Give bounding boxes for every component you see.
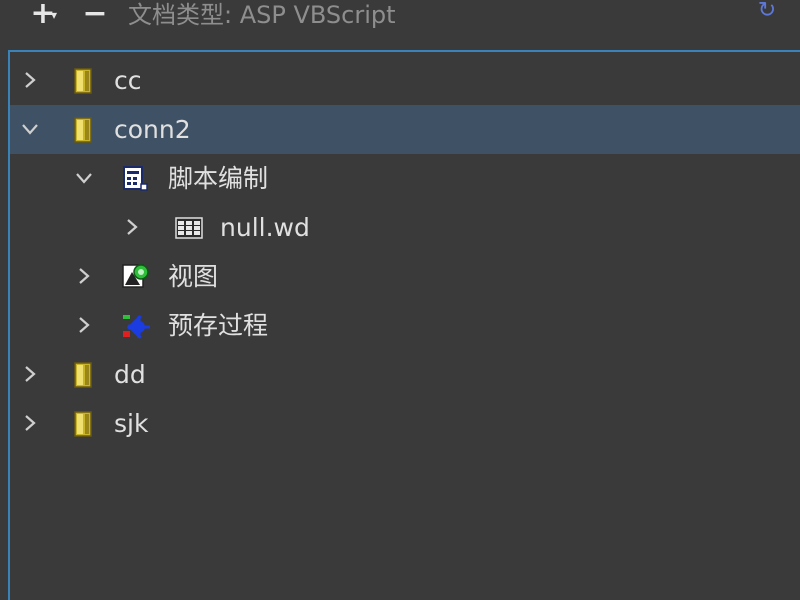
tree-item-label: null.wd — [220, 213, 310, 242]
chevron-down-icon[interactable] — [18, 117, 42, 141]
tree-item-cc[interactable]: cc — [10, 56, 800, 105]
database-icon — [68, 409, 98, 439]
tree-item-conn2[interactable]: conn2 — [10, 105, 800, 154]
tree-item-null-wd[interactable]: null.wd — [10, 203, 800, 252]
tree-item-label: dd — [114, 360, 146, 389]
stored-procedure-icon — [120, 311, 150, 341]
add-button[interactable]: + ▾ — [28, 0, 58, 29]
tree-item-label: 脚本编制 — [168, 164, 269, 193]
refresh-icon[interactable]: ↻ — [752, 0, 782, 24]
tree-item-label: 视图 — [168, 262, 219, 291]
database-tree[interactable]: cc conn2 脚本编制 null.wd 视图 预存过程 dd sjk — [8, 50, 800, 600]
script-icon — [120, 164, 150, 194]
remove-button[interactable]: − — [80, 0, 110, 31]
tree-item-label: sjk — [114, 409, 149, 438]
database-icon — [68, 66, 98, 96]
chevron-right-icon[interactable] — [18, 411, 42, 435]
tree-item-sjk[interactable]: sjk — [10, 399, 800, 448]
tree-item-scripting[interactable]: 脚本编制 — [10, 154, 800, 203]
tree-item-label: 预存过程 — [168, 311, 269, 340]
database-icon — [68, 115, 98, 145]
tree-item-stored-procedures[interactable]: 预存过程 — [10, 301, 800, 350]
view-icon — [120, 262, 150, 292]
dropdown-arrow-icon: ▾ — [51, 8, 58, 22]
tree-item-label: conn2 — [114, 115, 191, 144]
database-icon — [68, 360, 98, 390]
minus-icon: − — [82, 0, 108, 31]
table-icon — [174, 213, 204, 243]
document-type-label: 文档类型: ASP VBScript — [128, 1, 396, 29]
tree-item-dd[interactable]: dd — [10, 350, 800, 399]
chevron-right-icon[interactable] — [18, 68, 42, 92]
toolbar: + ▾ − 文档类型: ASP VBScript ↻ — [0, 0, 800, 48]
chevron-right-icon[interactable] — [120, 215, 144, 239]
chevron-down-icon[interactable] — [72, 166, 96, 190]
tree-item-views[interactable]: 视图 — [10, 252, 800, 301]
tree-item-label: cc — [114, 66, 142, 95]
chevron-right-icon[interactable] — [72, 313, 96, 337]
chevron-right-icon[interactable] — [72, 264, 96, 288]
chevron-right-icon[interactable] — [18, 362, 42, 386]
